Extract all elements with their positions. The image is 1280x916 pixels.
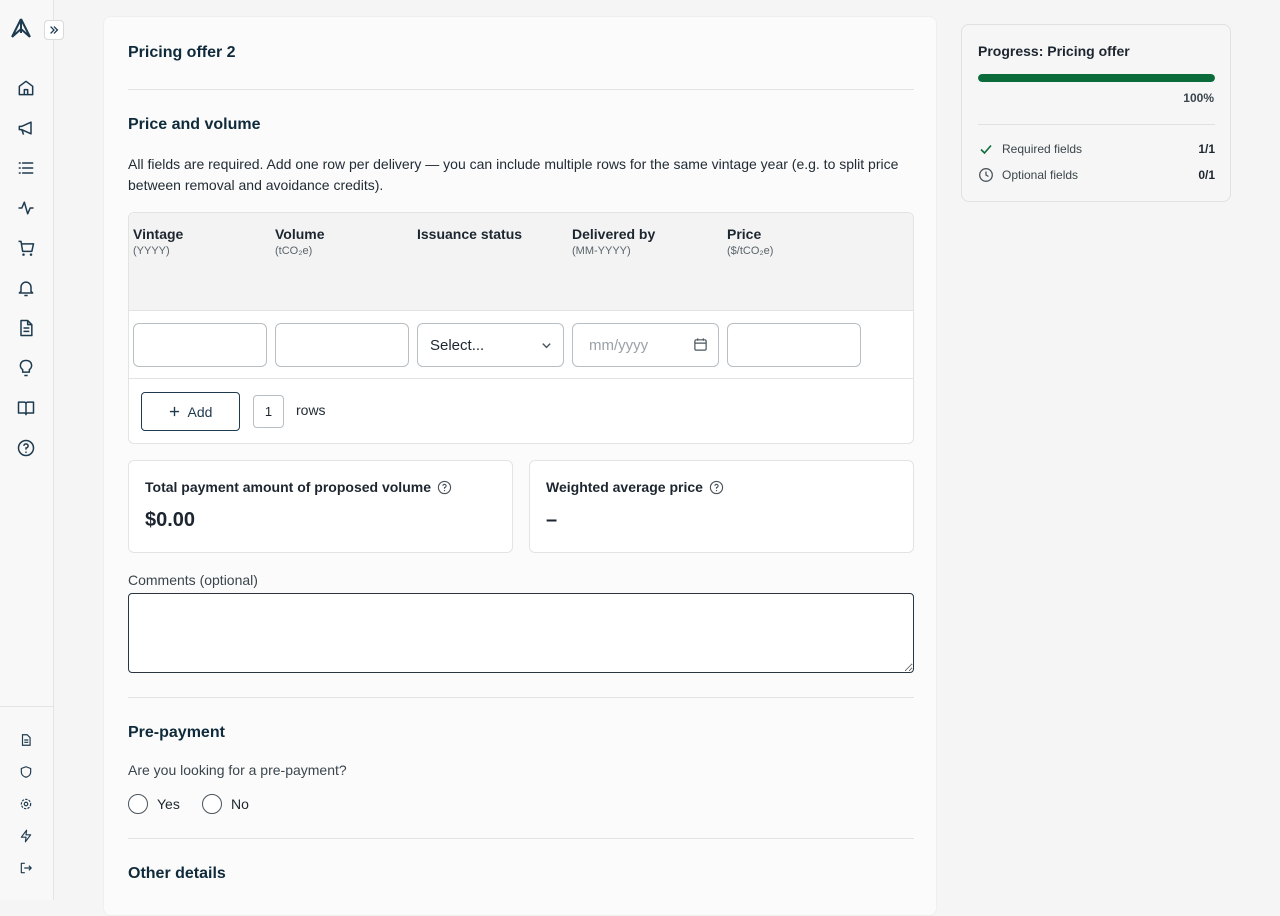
weighted-average-value: – xyxy=(546,509,558,531)
book-icon[interactable] xyxy=(15,397,37,419)
optional-fields-row: Optional fields 0/1 xyxy=(978,167,1215,183)
radio-label-no: No xyxy=(231,796,249,812)
clock-icon xyxy=(979,168,993,182)
price-input[interactable] xyxy=(727,323,861,367)
progress-bar xyxy=(978,74,1215,82)
plus-icon xyxy=(169,406,179,417)
shield-icon[interactable] xyxy=(15,761,37,783)
bell-icon[interactable] xyxy=(15,277,37,299)
check-icon xyxy=(980,144,992,155)
expand-sidebar-button[interactable] xyxy=(44,20,64,40)
required-fields-count: 1/1 xyxy=(1198,142,1215,156)
document-icon[interactable] xyxy=(15,317,37,339)
rows-label: rows xyxy=(296,402,326,418)
section-title-pre-payment: Pre-payment xyxy=(128,724,225,741)
home-icon[interactable] xyxy=(15,77,37,99)
required-fields-label: Required fields xyxy=(1002,142,1083,156)
chevrons-right-icon xyxy=(50,26,59,34)
delivery-table: Vintage (YYYY) Volume (tCO₂e) Issuance s… xyxy=(128,212,914,444)
optional-fields-count: 0/1 xyxy=(1198,168,1215,182)
page-title: Pricing offer 2 xyxy=(128,44,236,61)
progress-title: Progress: Pricing offer xyxy=(978,43,1130,59)
comments-textarea[interactable] xyxy=(128,593,914,673)
row-divider xyxy=(129,378,913,379)
help-icon[interactable] xyxy=(709,480,724,495)
logout-icon[interactable] xyxy=(15,857,37,879)
section-description: All fields are required. Add one row per… xyxy=(128,156,899,193)
column-header-price: Price ($/tCO₂e) xyxy=(727,226,774,257)
column-header-volume: Volume (tCO₂e) xyxy=(275,226,325,257)
divider xyxy=(128,697,914,698)
column-header-vintage: Vintage (YYYY) xyxy=(133,226,184,257)
megaphone-icon[interactable] xyxy=(15,117,37,139)
divider xyxy=(128,89,914,90)
chevron-down-icon xyxy=(540,339,553,356)
weighted-average-card: Weighted average price – xyxy=(529,460,914,553)
column-header-issuance-status: Issuance status xyxy=(417,226,523,242)
optional-fields-label: Optional fields xyxy=(1002,168,1079,182)
issuance-status-value: Select... xyxy=(430,336,485,354)
pre-payment-no-radio[interactable]: No xyxy=(202,794,249,814)
activity-icon[interactable] xyxy=(15,197,37,219)
total-payment-label: Total payment amount of proposed volume xyxy=(145,479,452,495)
issuance-status-select[interactable]: Select... xyxy=(417,323,564,367)
add-button-label: Add xyxy=(187,403,213,420)
required-fields-row: Required fields 1/1 xyxy=(978,141,1215,157)
vintage-input[interactable] xyxy=(133,323,267,367)
add-rows-button[interactable]: Add xyxy=(141,392,240,431)
weighted-average-label: Weighted average price xyxy=(546,479,724,495)
progress-bar-fill xyxy=(978,74,1215,82)
rows-count-input[interactable]: 1 xyxy=(253,395,284,428)
bolt-icon[interactable] xyxy=(15,825,37,847)
document-icon[interactable] xyxy=(15,729,37,751)
total-payment-value: $0.00 xyxy=(145,509,196,531)
comments-label: Comments (optional) xyxy=(128,572,258,588)
help-icon[interactable] xyxy=(437,480,452,495)
brand-logo-icon[interactable] xyxy=(9,17,33,41)
radio-label-yes: Yes xyxy=(157,796,180,812)
delivered-by-input[interactable]: mm/yyyy xyxy=(572,323,719,367)
total-payment-card: Total payment amount of proposed volume … xyxy=(128,460,513,553)
list-icon[interactable] xyxy=(15,157,37,179)
sidebar xyxy=(0,0,64,900)
table-header: Vintage (YYYY) Volume (tCO₂e) Issuance s… xyxy=(129,213,913,311)
progress-card: Progress: Pricing offer 100% Required fi… xyxy=(961,24,1231,202)
delivered-by-placeholder: mm/yyyy xyxy=(589,336,649,354)
divider xyxy=(128,838,914,839)
help-icon[interactable] xyxy=(15,437,37,459)
section-title-other-details: Other details xyxy=(128,865,226,882)
radio-circle[interactable] xyxy=(202,794,222,814)
cart-icon[interactable] xyxy=(15,237,37,259)
radio-circle[interactable] xyxy=(128,794,148,814)
column-header-delivered-by: Delivered by (MM-YYYY) xyxy=(572,226,656,257)
divider xyxy=(978,124,1215,125)
pre-payment-question: Are you looking for a pre-payment? xyxy=(128,762,347,778)
sidebar-divider xyxy=(0,706,54,707)
calendar-icon[interactable] xyxy=(693,337,708,356)
pre-payment-yes-radio[interactable]: Yes xyxy=(128,794,180,814)
pricing-offer-card: Pricing offer 2 Price and volume All fie… xyxy=(103,16,937,916)
progress-percent: 100% xyxy=(1183,91,1214,105)
section-title-price-volume: Price and volume xyxy=(128,116,261,133)
lightbulb-icon[interactable] xyxy=(15,357,37,379)
volume-input[interactable] xyxy=(275,323,409,367)
gear-icon[interactable] xyxy=(15,793,37,815)
